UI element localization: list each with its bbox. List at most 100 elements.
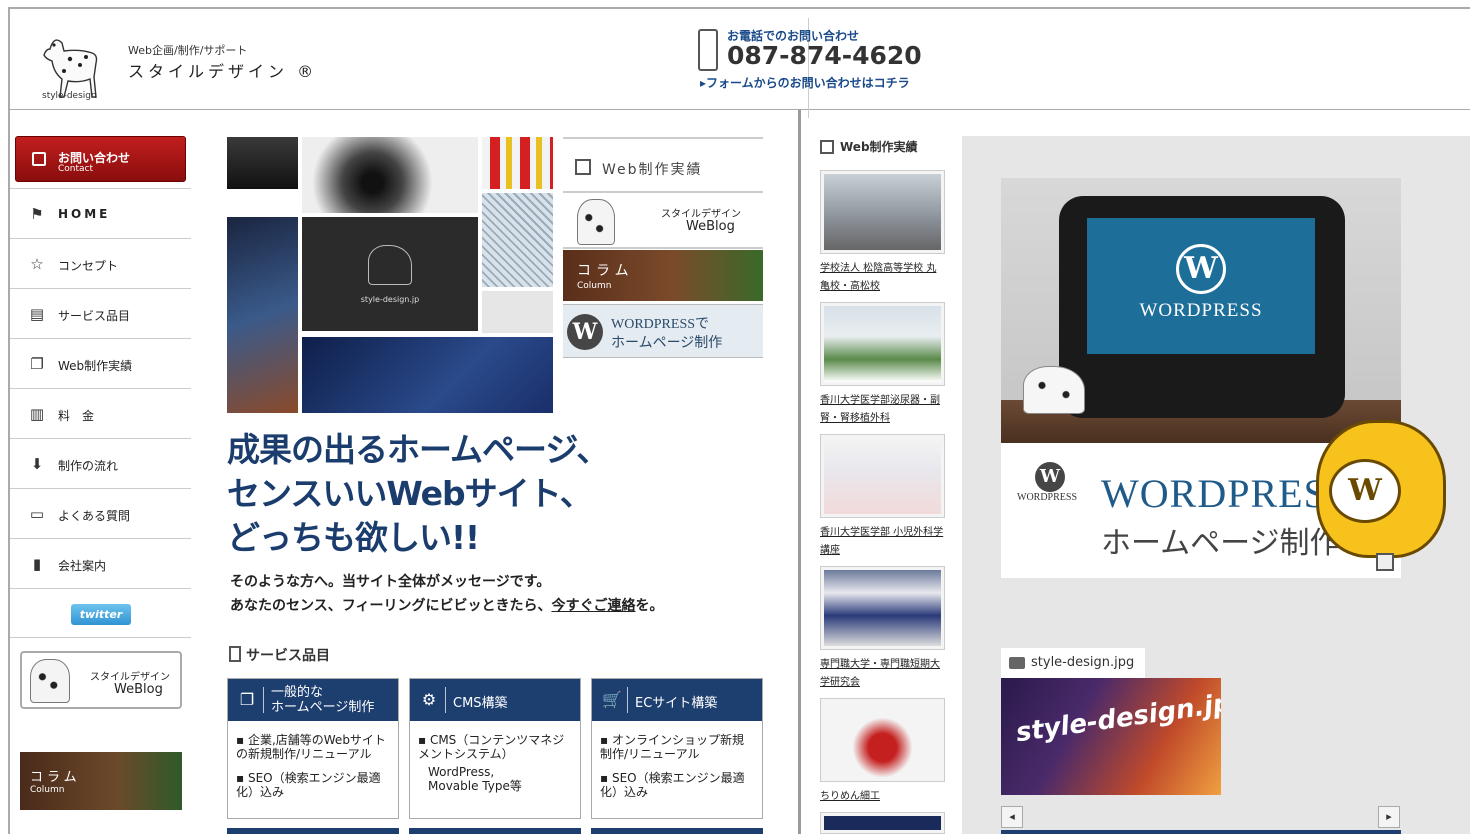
door-icon: ▮ bbox=[32, 555, 42, 573]
nav-label: よくある質問 bbox=[58, 509, 131, 523]
keyboard-photo[interactable] bbox=[302, 337, 553, 413]
work-thumbnail[interactable] bbox=[820, 698, 945, 782]
expand-icon[interactable] bbox=[1376, 553, 1394, 571]
contact-button[interactable]: お問い合わせ Contact bbox=[15, 136, 186, 182]
column-divider bbox=[798, 110, 801, 834]
services-heading: サービス品目 bbox=[229, 645, 330, 665]
work-item[interactable]: ちりめん細工 bbox=[820, 698, 945, 806]
sidebar-weblog-banner[interactable]: スタイルデザイン WeBlog bbox=[20, 651, 182, 709]
service-item: ▪ CMS（コンテンツマネジメントシステム） bbox=[418, 733, 565, 761]
intro-message: そのような方へ。当サイト全体がメッセージです。 あなたのセンス、フィーリングにビ… bbox=[230, 570, 663, 618]
file-tab[interactable]: style-design.jpg bbox=[1001, 648, 1145, 678]
service-item: ▪ 企業,店舗等のWebサイトの新規制作/リニューアル bbox=[236, 733, 386, 761]
service-item: ▪ オンラインショップ新規制作/リニューアル bbox=[600, 733, 744, 761]
headline-line: 成果の出るホームページ、 bbox=[227, 430, 609, 469]
contact-now-link[interactable]: 今すぐご連絡 bbox=[551, 598, 635, 614]
magazine-photo[interactable] bbox=[227, 217, 298, 413]
weblog-line1: スタイルデザイン bbox=[90, 672, 170, 683]
nav-item-pricing[interactable]: ▥ 料 金 bbox=[10, 388, 191, 438]
copy-icon: ❐ bbox=[239, 690, 255, 709]
screen-wordpress-text: WORDPRESS bbox=[1139, 300, 1263, 321]
document-icon bbox=[229, 646, 241, 662]
service-item: ▪ SEO（検索エンジン最適化）込み bbox=[236, 771, 381, 799]
big-wordpress-text: WORDPRESS bbox=[1101, 471, 1351, 516]
file-image-text: style-design.jpg bbox=[1014, 685, 1221, 749]
nav-item-home[interactable]: ⚑ HOME bbox=[10, 188, 191, 238]
work-item[interactable]: 香川大学医学部 小児外科学講座 bbox=[820, 434, 945, 560]
work-item[interactable]: 学校法人 松陰高等学校 丸亀校・高松校 bbox=[820, 170, 945, 296]
twitter-button[interactable]: twitter bbox=[71, 604, 131, 625]
brand-name[interactable]: スタイルデザイン ® bbox=[128, 58, 317, 82]
work-thumbnail[interactable] bbox=[820, 434, 945, 518]
work-caption[interactable]: 専門職大学・専門職短期大学研究会 bbox=[820, 656, 945, 692]
product-photo[interactable] bbox=[482, 291, 553, 333]
work-item[interactable] bbox=[820, 812, 945, 834]
nav-item-flow[interactable]: ⬇ 制作の流れ bbox=[10, 438, 191, 488]
work-caption[interactable]: 学校法人 松陰高等学校 丸亀校・高松校 bbox=[820, 260, 945, 296]
work-caption[interactable]: 香川大学医学部泌尿器・副腎・腎移植外科 bbox=[820, 392, 945, 428]
service-card-header: ❐ 一般的な ホームページ制作 bbox=[228, 679, 398, 721]
column-link[interactable]: コラム Column bbox=[563, 250, 763, 301]
camera-photo[interactable] bbox=[227, 137, 298, 189]
service-title: 一般的な ホームページ制作 bbox=[271, 685, 375, 715]
column-line1: コラム bbox=[577, 263, 634, 279]
vases-photo[interactable] bbox=[482, 137, 553, 189]
service-title: ECサイト構築 bbox=[635, 696, 718, 711]
sidebar-column-banner[interactable]: コラム Column bbox=[20, 752, 182, 810]
headline-line: どっちも欲しい!! bbox=[227, 518, 480, 557]
column-line2: Column bbox=[577, 281, 612, 291]
next-button[interactable]: ▸ bbox=[1378, 806, 1400, 828]
nav-item-faq[interactable]: ▭ よくある質問 bbox=[10, 488, 191, 538]
tagline: Web企画/制作/サポート bbox=[128, 44, 248, 57]
ink-splash-photo[interactable] bbox=[302, 137, 478, 213]
down-arrow-icon: ⬇ bbox=[30, 455, 44, 473]
works-link[interactable]: Web制作実績 bbox=[563, 137, 763, 193]
grid-icon: ▥ bbox=[29, 405, 45, 423]
work-caption[interactable]: 香川大学医学部 小児外科学講座 bbox=[820, 524, 945, 560]
contact-icon bbox=[32, 152, 46, 166]
weblog-line2: WeBlog bbox=[686, 219, 735, 234]
weblog-line2: WeBlog bbox=[114, 682, 163, 697]
contact-form-link[interactable]: ▸フォームからのお問い合わせはコチラ bbox=[700, 74, 910, 91]
nav-item-works[interactable]: ❐ Web制作実績 bbox=[10, 338, 191, 388]
wordpress-link[interactable]: W WORDPRESSで ホームページ制作 bbox=[563, 304, 763, 358]
nav-item-company[interactable]: ▮ 会社案内 bbox=[10, 538, 191, 588]
service-card-ec[interactable]: 🛒 ECサイト構築 ▪ オンラインショップ新規制作/リニューアル ▪ SEO（検… bbox=[591, 678, 763, 819]
service-card-cms[interactable]: ⚙ CMS構築 ▪ CMS（コンテンツマネジメントシステム） WordPress… bbox=[409, 678, 581, 819]
chair-photo[interactable] bbox=[482, 193, 553, 287]
dalmatian-figure-icon bbox=[1023, 366, 1085, 414]
work-item[interactable]: 香川大学医学部泌尿器・副腎・腎移植外科 bbox=[820, 302, 945, 428]
contact-sublabel: Contact bbox=[58, 164, 94, 174]
file-preview-image[interactable]: style-design.jpg bbox=[1001, 678, 1221, 795]
phone-number[interactable]: 087-874-4620 bbox=[727, 41, 922, 70]
work-item[interactable]: 専門職大学・専門職短期大学研究会 bbox=[820, 566, 945, 692]
work-thumbnail[interactable] bbox=[820, 812, 945, 834]
logo-tile[interactable]: style-design.jp bbox=[302, 217, 478, 331]
service-card-next bbox=[591, 828, 763, 834]
nav-item-services[interactable]: ▤ サービス品目 bbox=[10, 288, 191, 338]
header-separator bbox=[445, 687, 446, 713]
weblog-link[interactable]: スタイルデザイン WeBlog bbox=[563, 195, 763, 249]
work-caption[interactable]: ちりめん細工 bbox=[820, 788, 945, 806]
small-wordpress-text: WORDPRESS bbox=[1017, 492, 1078, 503]
prev-button[interactable]: ◂ bbox=[1001, 806, 1023, 828]
work-thumbnail[interactable] bbox=[820, 170, 945, 254]
service-card-next bbox=[409, 828, 581, 834]
work-thumbnail[interactable] bbox=[820, 302, 945, 386]
nav-label: 制作の流れ bbox=[58, 459, 119, 473]
work-thumbnail[interactable] bbox=[820, 566, 945, 650]
weblog-line1: スタイルデザイン bbox=[661, 209, 741, 220]
service-item-text: 企業,店舗等のWebサイトの新規制作/リニューアル bbox=[236, 733, 386, 761]
works-heading-text: Web制作実績 bbox=[840, 140, 918, 154]
service-card-next bbox=[227, 828, 399, 834]
service-card-header: 🛒 ECサイト構築 bbox=[592, 679, 762, 721]
service-list: ▪ 企業,店舗等のWebサイトの新規制作/リニューアル ▪ SEO（検索エンジン… bbox=[228, 721, 398, 799]
service-card-web[interactable]: ❐ 一般的な ホームページ制作 ▪ 企業,店舗等のWebサイトの新規制作/リニュ… bbox=[227, 678, 399, 819]
document-icon: ▤ bbox=[29, 305, 45, 323]
dalmatian-icon bbox=[368, 245, 412, 285]
service-item: WordPress, Movable Type等 bbox=[418, 765, 572, 793]
nav-label: 会社案内 bbox=[58, 559, 107, 573]
msg-line2: あなたのセンス、フィーリングにビビッときたら、今すぐご連絡を。 bbox=[230, 594, 663, 618]
nav-item-concept[interactable]: ☆ コンセプト bbox=[10, 238, 191, 288]
dalmatian-icon bbox=[577, 199, 615, 245]
